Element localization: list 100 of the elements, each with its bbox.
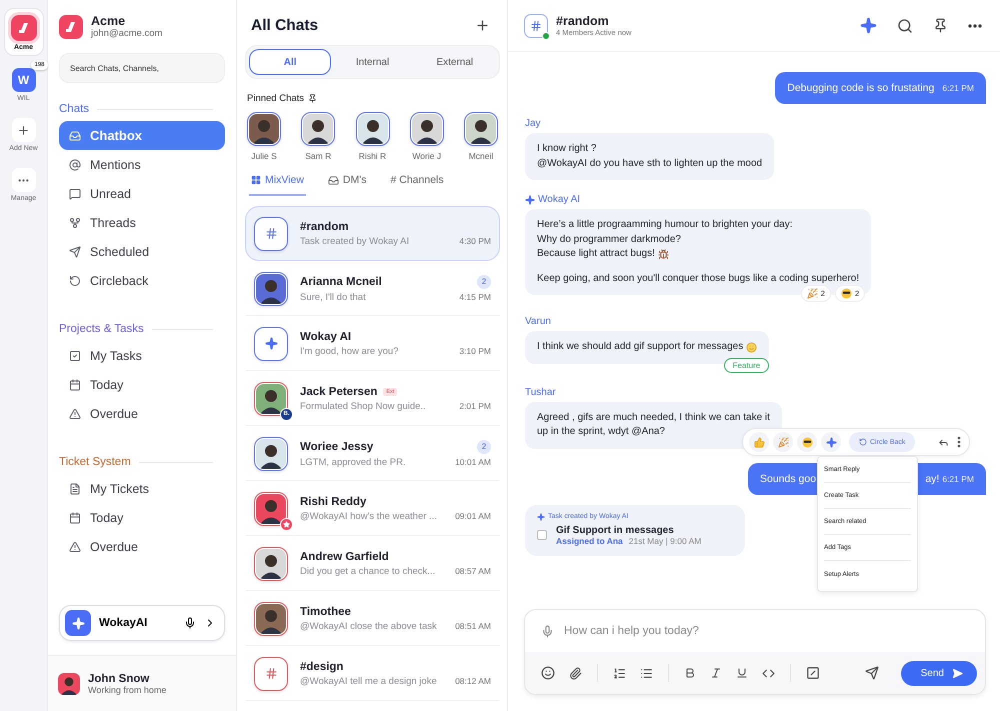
- send-icon: [69, 246, 81, 258]
- nav-item[interactable]: Overdue: [59, 532, 225, 561]
- chat-time: 08:51 AM: [455, 621, 491, 631]
- chat-preview: I'm good, how are you?: [300, 346, 398, 356]
- chat-bubble-icon: [69, 188, 81, 200]
- view-tab[interactable]: MixView: [249, 171, 306, 196]
- chat-preview: @WokayAI how's the weather ...: [300, 510, 437, 522]
- filter-tab[interactable]: All: [249, 49, 332, 75]
- workspace-icon: W: [12, 68, 36, 92]
- unread-badge: 2: [477, 440, 491, 454]
- reply-icon: [938, 436, 949, 448]
- nav-item[interactable]: My Tasks: [59, 341, 225, 370]
- chat-name: Rishi Reddy: [300, 496, 366, 508]
- inbox-icon: [328, 174, 339, 186]
- nav-item[interactable]: Scheduled: [59, 237, 225, 266]
- sparkle-icon: [826, 436, 836, 448]
- avatar: [412, 114, 442, 144]
- chat-row[interactable]: Woriee Jessy 2 LGTM, approved the PR. 10:01 AM: [245, 426, 500, 481]
- message-text: @WokayAI do you have sth to lighten up the mood: [537, 156, 762, 170]
- chat-row[interactable]: Rishi Reddy @WokayAI how's the weather ... 09:01 AM: [245, 481, 500, 536]
- microphone-icon: [541, 624, 554, 638]
- message-text: Here’s a little prograamming humour to brighten your day:: [537, 218, 792, 232]
- user-name: John Snow: [88, 672, 150, 684]
- ai-button[interactable]: [858, 15, 879, 36]
- code-icon: [762, 666, 775, 680]
- nav-item[interactable]: Circleback: [59, 266, 225, 295]
- more-icon: [957, 436, 961, 448]
- sunglasses-face-icon: [802, 436, 812, 448]
- attach-button[interactable]: [567, 664, 584, 682]
- chat-name: Jack Petersen: [300, 386, 378, 398]
- numbered-list-icon: [613, 666, 626, 680]
- sender-name: Varun: [525, 316, 551, 327]
- pinned-title: Pinned Chats: [247, 93, 304, 104]
- avatar: [58, 672, 80, 694]
- message-text: I know right ?: [537, 142, 596, 156]
- message-text: I think we should add gif support for messages: [537, 340, 744, 354]
- chat-name: Wokay AI: [300, 330, 352, 342]
- search-field[interactable]: Search Chats, Channels,: [59, 53, 225, 83]
- send-icon: [952, 668, 963, 678]
- sender-name: Jay: [525, 118, 541, 129]
- nav-item[interactable]: Today: [59, 503, 225, 532]
- chat-preview: Task created by Wokay AI: [300, 236, 410, 246]
- message-tag: Feature: [724, 358, 770, 372]
- avatar: [249, 114, 279, 144]
- slash-command-button[interactable]: [804, 664, 822, 682]
- hash-icon: [530, 20, 542, 32]
- send-button[interactable]: Send: [900, 660, 977, 686]
- chat-row[interactable]: Andrew Garfield Did you get a chance to check... 08:57 AM: [245, 536, 500, 591]
- more-button[interactable]: [955, 434, 963, 450]
- chat-row[interactable]: #random Task created by Wokay AI 4:30 PM: [245, 206, 500, 261]
- avatar: [303, 114, 334, 144]
- nav-item[interactable]: Chatbox: [59, 121, 225, 150]
- plus-icon: [475, 18, 490, 33]
- paperclip-icon: [569, 666, 582, 680]
- view-tab[interactable]: # Channels: [388, 171, 446, 196]
- chat-row[interactable]: Timothee @WokayAI close the above task 08:51 AM: [245, 591, 500, 646]
- message-text: Sounds goo: [760, 472, 816, 484]
- chat-row[interactable]: Wokay AI I'm good, how are you? 3:10 PM: [245, 316, 500, 371]
- calendar-icon: [69, 378, 81, 390]
- chat-name: #random: [300, 220, 349, 232]
- nav-item[interactable]: Overdue: [59, 399, 225, 428]
- assistant-button[interactable]: WokayAI: [59, 605, 225, 641]
- nav-item[interactable]: My Tickets: [59, 474, 225, 503]
- document-icon: [69, 482, 81, 494]
- reaction-button[interactable]: [797, 432, 817, 452]
- chat-time: 08:57 AM: [455, 566, 491, 576]
- message-time: 6:21 PM: [942, 83, 974, 93]
- task-date: 21st May | 9:00 AM: [628, 536, 702, 546]
- nav-item[interactable]: Threads: [59, 208, 225, 237]
- task-checkbox[interactable]: [537, 530, 547, 540]
- nav-item[interactable]: Mentions: [59, 150, 225, 179]
- party-popper-icon: [806, 288, 818, 299]
- chat-row[interactable]: Arianna Mcneil 2 Sure, I'll do that 4:15 PM: [245, 261, 500, 316]
- channel-title: #random: [556, 14, 610, 28]
- calendar-icon: [69, 512, 81, 524]
- task-assignee: Assigned to Ana: [556, 536, 623, 546]
- more-button[interactable]: [966, 22, 984, 30]
- nav-item[interactable]: Unread: [59, 179, 225, 208]
- inbox-icon: [69, 130, 81, 142]
- sender-name: Tushar: [525, 386, 556, 398]
- emoji-button[interactable]: [539, 664, 557, 682]
- chat-time: 4:30 PM: [459, 236, 491, 246]
- schedule-send-button[interactable]: [862, 664, 881, 682]
- fork-icon: [69, 216, 81, 228]
- thumbs-up-icon: [754, 436, 764, 448]
- message-text: Debugging code is so frustating: [787, 82, 934, 94]
- chat-preview: @WokayAI tell me a design joke: [300, 676, 437, 686]
- at-icon: [69, 158, 81, 170]
- view-tab[interactable]: DM's: [326, 171, 368, 196]
- logo-icon: [64, 20, 78, 34]
- filter-tab[interactable]: Internal: [331, 49, 414, 75]
- sunglasses-face-icon: [840, 288, 852, 299]
- nav-item[interactable]: Today: [59, 370, 225, 399]
- pin-icon: [933, 18, 948, 33]
- chat-row[interactable]: #design @WokayAI tell me a design joke 08:12 AM: [245, 646, 500, 701]
- chat-time: 2:01 PM: [459, 401, 491, 411]
- hash-icon: [264, 227, 278, 240]
- filter-tab[interactable]: External: [414, 49, 496, 75]
- circle-arrow-icon: [69, 274, 81, 286]
- warning-icon: [69, 408, 81, 420]
